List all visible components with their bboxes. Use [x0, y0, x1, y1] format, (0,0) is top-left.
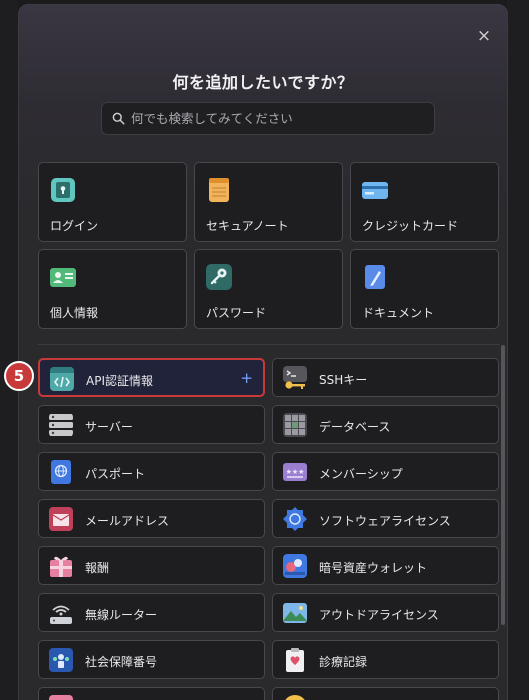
reward-gift-icon: [50, 556, 72, 577]
item-label: メールアドレス: [85, 514, 170, 528]
document-icon: [365, 265, 385, 289]
item-label: API認証情報: [86, 374, 153, 388]
passport-globe-icon: [51, 460, 71, 484]
category-secure-note[interactable]: セキュアノート: [194, 162, 343, 242]
item-software-license[interactable]: ソフトウェアライセンス: [272, 499, 499, 538]
category-identity[interactable]: 個人情報: [38, 249, 187, 329]
item-ssh-key[interactable]: SSHキー: [272, 358, 499, 397]
item-email[interactable]: メールアドレス: [38, 499, 265, 538]
item-label: 無線ルーター: [85, 608, 158, 622]
credit-card-icon: [362, 182, 388, 199]
item-partial-right[interactable]: [272, 687, 499, 700]
membership-stars-icon: ★★★: [283, 463, 307, 481]
item-label: アウトドアライセンス: [319, 608, 439, 622]
backdrop-right: [507, 0, 529, 700]
database-grid-icon: [283, 413, 307, 437]
partial-item-icon: [49, 695, 73, 700]
item-medical-record[interactable]: 診療記録: [272, 640, 499, 679]
item-label: 社会保障番号: [85, 655, 158, 669]
item-api-credentials[interactable]: API認証情報 +: [38, 358, 265, 397]
item-database[interactable]: データベース: [272, 405, 499, 444]
item-wireless-router[interactable]: 無線ルーター: [38, 593, 265, 632]
item-label: サーバー: [85, 420, 133, 434]
search-input[interactable]: [131, 111, 411, 126]
secure-note-icon: [209, 178, 229, 202]
social-security-icon: [49, 648, 73, 672]
partial-item-icon: [283, 695, 307, 700]
backdrop-left: [0, 0, 18, 700]
api-code-icon: [50, 367, 74, 391]
item-membership[interactable]: ★★★ メンバーシップ: [272, 452, 499, 491]
step-badge: 5: [4, 361, 34, 391]
item-label: 報酬: [85, 561, 110, 575]
svg-text:★★★: ★★★: [286, 468, 305, 476]
item-label: データベース: [319, 420, 391, 434]
category-document[interactable]: ドキュメント: [350, 249, 499, 329]
wifi-router-icon: [50, 605, 72, 624]
email-envelope-icon: [49, 507, 73, 531]
category-password[interactable]: パスワード: [194, 249, 343, 329]
crypto-wallet-icon: [283, 554, 307, 578]
item-partial-left[interactable]: [38, 687, 265, 700]
item-label: 暗号資産ウォレット: [319, 561, 428, 575]
search-bar[interactable]: [101, 102, 435, 135]
item-label: SSHキー: [319, 373, 368, 387]
section-divider: [38, 344, 500, 345]
dialog-title: 何を追加したいですか？: [172, 73, 354, 92]
item-crypto-wallet[interactable]: 暗号資産ウォレット: [272, 546, 499, 585]
item-label: メンバーシップ: [319, 467, 403, 481]
scrollbar[interactable]: [501, 345, 505, 625]
login-lock-icon: [51, 178, 75, 202]
category-label: クレジットカード: [362, 219, 459, 233]
outdoor-license-icon: [283, 603, 307, 623]
add-item-dialog: × 何を追加したいですか？ ログイン セキュ: [18, 4, 508, 700]
add-plus-icon[interactable]: +: [240, 369, 253, 387]
identity-card-icon: [50, 268, 76, 287]
item-passport[interactable]: パスポート: [38, 452, 265, 491]
category-credit-card[interactable]: クレジットカード: [350, 162, 499, 242]
category-label: セキュアノート: [206, 219, 289, 233]
medical-record-icon: [286, 648, 304, 672]
category-label: ドキュメント: [362, 306, 435, 320]
search-icon: [112, 112, 125, 125]
ssh-terminal-key-icon: [283, 366, 307, 389]
key-icon: [206, 264, 232, 290]
item-label: 診療記録: [319, 655, 368, 669]
item-reward[interactable]: 報酬: [38, 546, 265, 585]
category-label: パスワード: [206, 306, 267, 320]
item-label: ソフトウェアライセンス: [319, 514, 451, 528]
item-server[interactable]: サーバー: [38, 405, 265, 444]
server-icon: [49, 414, 73, 436]
item-label: パスポート: [85, 467, 146, 481]
item-social-security[interactable]: 社会保障番号: [38, 640, 265, 679]
item-outdoor-license[interactable]: アウトドアライセンス: [272, 593, 499, 632]
close-button[interactable]: ×: [475, 27, 493, 45]
category-login[interactable]: ログイン: [38, 162, 187, 242]
category-label: 個人情報: [50, 306, 99, 320]
software-license-badge-icon: [283, 507, 307, 531]
category-label: ログイン: [50, 219, 99, 233]
